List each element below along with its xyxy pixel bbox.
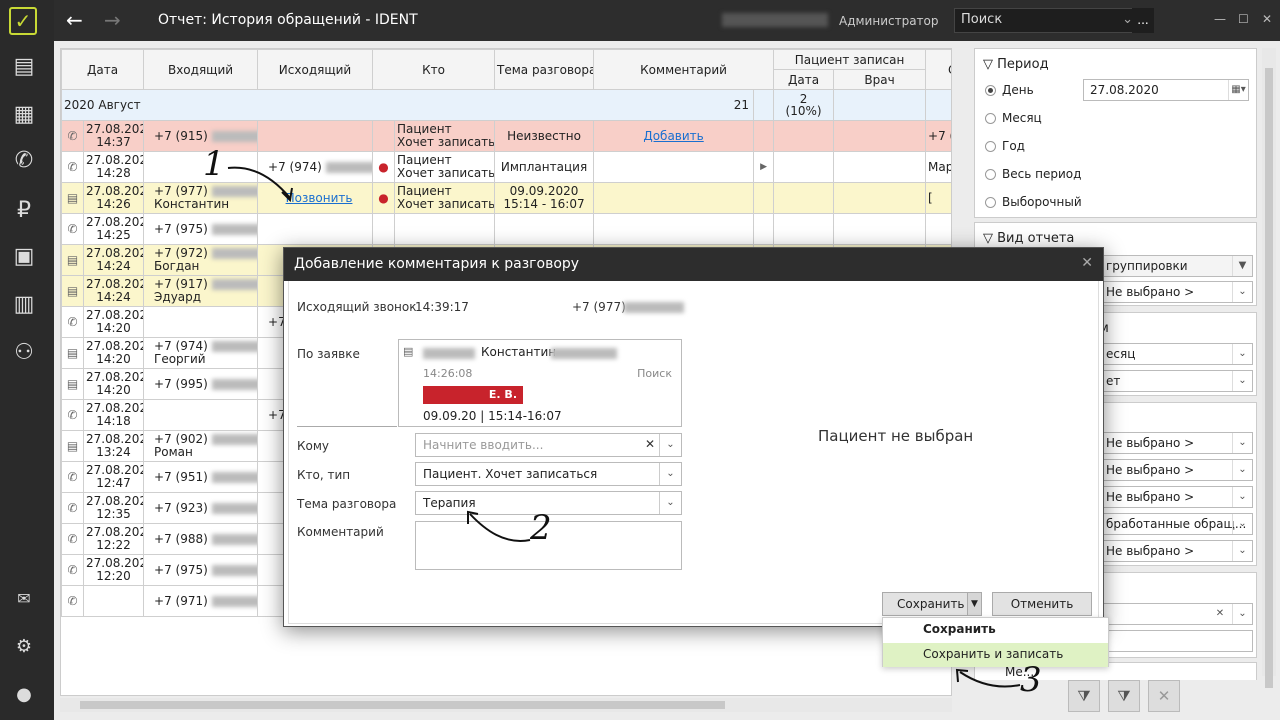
app-window: ✓ ▤ ▦ ✆ ₽ ▣ ▥ ⚇ ✉ ⚙ ● ← → Отчет: История… [0, 0, 1280, 720]
annotation-arrows [227, 166, 1021, 688]
